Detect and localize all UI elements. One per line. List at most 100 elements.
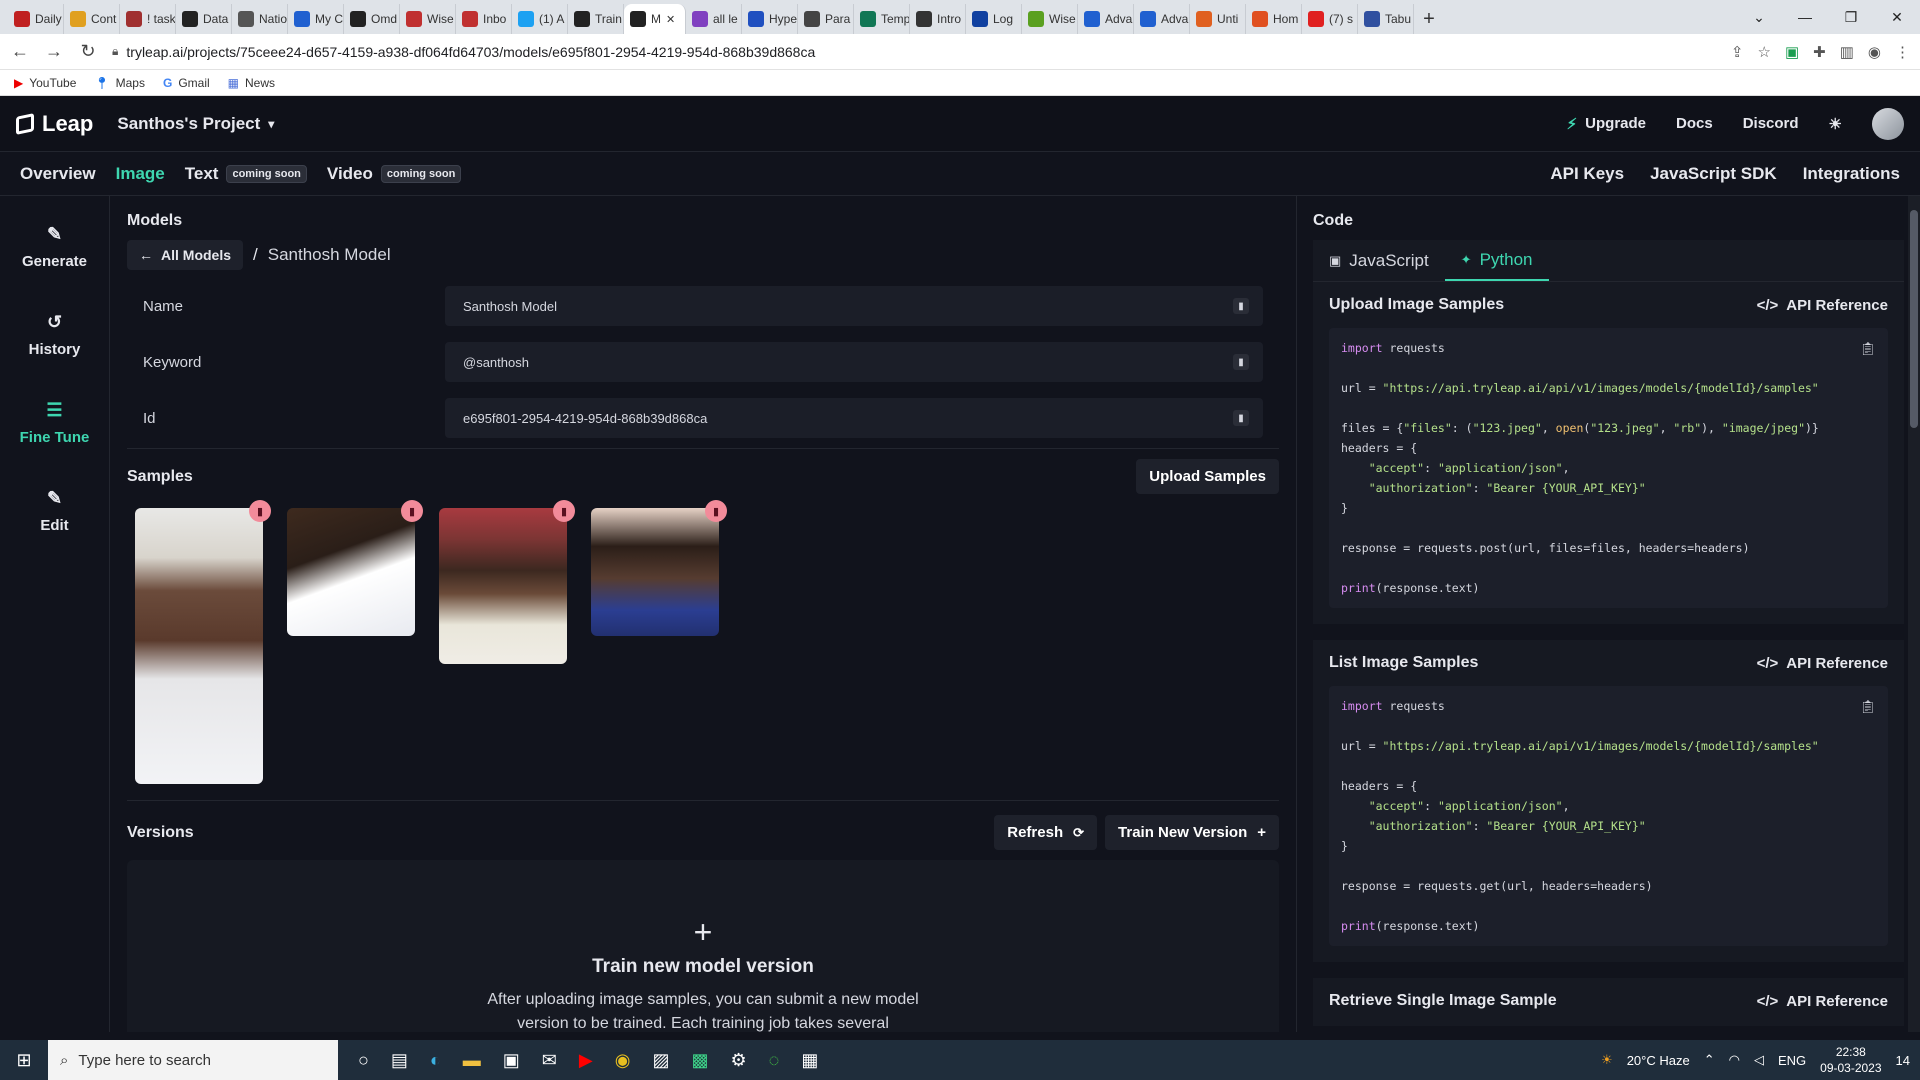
close-window-button[interactable]: ✕	[1874, 0, 1920, 34]
browser-tab[interactable]: Omd	[344, 4, 400, 34]
sample-image[interactable]: ▮	[591, 500, 727, 636]
api-keys-link[interactable]: API Keys	[1550, 164, 1624, 184]
browser-tab[interactable]: Cont	[64, 4, 120, 34]
tab-image[interactable]: Image	[116, 164, 165, 184]
refresh-button[interactable]: Refresh ⟳	[994, 815, 1098, 850]
all-models-button[interactable]: ← All Models	[127, 240, 244, 270]
browser-tab[interactable]: Train	[568, 4, 624, 34]
bookmark-youtube[interactable]: ▶ YouTube	[14, 76, 76, 90]
browser-tab[interactable]: Hype	[742, 4, 798, 34]
browser-tab[interactable]: (7) s	[1302, 4, 1358, 34]
url-field[interactable]: 🔒︎ tryleap.ai/projects/75ceee24-d657-415…	[112, 38, 1717, 66]
copy-icon[interactable]: ▮	[1233, 410, 1249, 426]
forward-nav-icon[interactable]: →	[44, 41, 64, 62]
browser-tab[interactable]: Inbo	[456, 4, 512, 34]
youtube-app-icon[interactable]: ▶	[579, 1050, 593, 1071]
delete-icon[interactable]: ▮	[705, 500, 727, 522]
tab-search-icon[interactable]: ⌄	[1736, 0, 1782, 34]
windows-start-icon[interactable]: ⊞	[0, 1050, 48, 1071]
sidebar-item-fine-tune[interactable]: ☰ Fine Tune	[0, 394, 109, 482]
browser-tab[interactable]: Hom	[1246, 4, 1302, 34]
integrations-link[interactable]: Integrations	[1803, 164, 1900, 184]
browser-tab[interactable]: Wise	[1022, 4, 1078, 34]
sidebar-item-history[interactable]: ↺ History	[0, 306, 109, 394]
browser-tab[interactable]: Unti	[1190, 4, 1246, 34]
menu-icon[interactable]: ⋮	[1895, 43, 1910, 61]
delete-icon[interactable]: ▮	[553, 500, 575, 522]
calculator-icon[interactable]: ▦	[801, 1050, 818, 1071]
copy-icon[interactable]: ▮	[1233, 298, 1249, 314]
sdk-link[interactable]: JavaScript SDK	[1650, 164, 1777, 184]
network-icon[interactable]: ◠	[1729, 1052, 1740, 1068]
maximize-button[interactable]: ❐	[1828, 0, 1874, 34]
volume-icon[interactable]: ◁	[1754, 1052, 1764, 1068]
taskbar-search[interactable]: ⌕ Type here to search	[48, 1040, 338, 1080]
browser-tab[interactable]: all le	[686, 4, 742, 34]
train-new-version-button[interactable]: Train New Version +	[1105, 815, 1279, 850]
browser-tab[interactable]: Intro	[910, 4, 966, 34]
chevron-up-icon[interactable]: ⌃	[1704, 1052, 1715, 1068]
upgrade-button[interactable]: ⚡︎ Upgrade	[1567, 115, 1646, 133]
browser-tab[interactable]: Tabu	[1358, 4, 1414, 34]
back-nav-icon[interactable]: ←	[10, 41, 30, 62]
sidepanel-icon[interactable]: ▥	[1840, 43, 1854, 61]
browser-tab[interactable]: ! task	[120, 4, 176, 34]
docs-link[interactable]: Docs	[1676, 115, 1713, 132]
copy-icon[interactable]: ▮	[1233, 354, 1249, 370]
sample-image[interactable]: ▮	[135, 500, 271, 784]
chrome-icon[interactable]: ◉	[615, 1050, 631, 1071]
share-icon[interactable]: ⇪	[1731, 43, 1744, 61]
tab-overview[interactable]: Overview	[20, 164, 96, 184]
sample-image[interactable]: ▮	[439, 500, 575, 664]
tab-text[interactable]: Text coming soon	[185, 164, 307, 184]
pycharm-icon[interactable]: ▩	[691, 1050, 708, 1071]
tab-javascript[interactable]: ▣ JavaScript	[1313, 240, 1445, 281]
extension-icon[interactable]: ▣	[1785, 43, 1799, 61]
api-reference-link[interactable]: </> API Reference	[1757, 297, 1888, 314]
browser-tab[interactable]: (1) A	[512, 4, 568, 34]
clipboard-icon[interactable]: 📋︎	[1859, 698, 1876, 718]
clipboard-icon[interactable]: 📋︎	[1859, 340, 1876, 360]
browser-tab[interactable]: Wise	[400, 4, 456, 34]
browser-tab[interactable]: Data	[176, 4, 232, 34]
discord-link[interactable]: Discord	[1743, 115, 1799, 132]
api-reference-link[interactable]: </> API Reference	[1757, 655, 1888, 672]
photos-icon[interactable]: ▨	[652, 1050, 669, 1071]
browser-tab[interactable]: Para	[798, 4, 854, 34]
browser-tab[interactable]: Adva	[1134, 4, 1190, 34]
leap-logo[interactable]: Leap	[16, 111, 93, 137]
new-tab-button[interactable]: +	[1414, 4, 1444, 34]
profile-icon[interactable]: ◉	[1868, 43, 1881, 61]
file-explorer-icon[interactable]: ▬	[463, 1050, 481, 1071]
browser-tab[interactable]: Natio	[232, 4, 288, 34]
minimize-button[interactable]: —	[1782, 0, 1828, 34]
browser-tab[interactable]: My C	[288, 4, 344, 34]
task-view-icon[interactable]: ▤	[391, 1050, 408, 1071]
browser-tab[interactable]: Adva	[1078, 4, 1134, 34]
browser-tab[interactable]: Log	[966, 4, 1022, 34]
settings-icon[interactable]: ⚙	[730, 1050, 746, 1071]
delete-icon[interactable]: ▮	[401, 500, 423, 522]
close-tab-icon[interactable]: ✕	[666, 13, 675, 26]
spinner-app-icon[interactable]: ◌	[769, 1050, 780, 1071]
delete-icon[interactable]: ▮	[249, 500, 271, 522]
notification-badge[interactable]: 14	[1896, 1053, 1910, 1068]
browser-tab[interactable]: Temp	[854, 4, 910, 34]
project-switcher[interactable]: Santhos's Project ▾	[117, 114, 274, 134]
scrollbar-thumb[interactable]	[1910, 210, 1918, 428]
tab-python[interactable]: ✦ Python	[1444, 240, 1549, 281]
clock[interactable]: 22:38 09-03-2023	[1820, 1044, 1881, 1076]
bookmark-news[interactable]: ▦ News	[228, 76, 275, 90]
store-icon[interactable]: ▣	[503, 1050, 520, 1071]
api-reference-link[interactable]: </> API Reference	[1757, 993, 1888, 1010]
bookmark-maps[interactable]: 📍︎ Maps	[94, 76, 145, 90]
bookmark-gmail[interactable]: G Gmail	[163, 76, 210, 90]
reload-icon[interactable]: ↻	[78, 41, 98, 62]
weather-text[interactable]: 20°C Haze	[1627, 1053, 1690, 1068]
browser-tab[interactable]: M ✕	[624, 4, 686, 34]
edge-icon[interactable]: ◐	[430, 1050, 441, 1071]
sidebar-item-edit[interactable]: ✎ Edit	[0, 482, 109, 570]
language-indicator[interactable]: ENG	[1778, 1053, 1806, 1068]
train-empty-state[interactable]: + Train new model version After uploadin…	[127, 860, 1279, 1032]
tab-video[interactable]: Video coming soon	[327, 164, 462, 184]
